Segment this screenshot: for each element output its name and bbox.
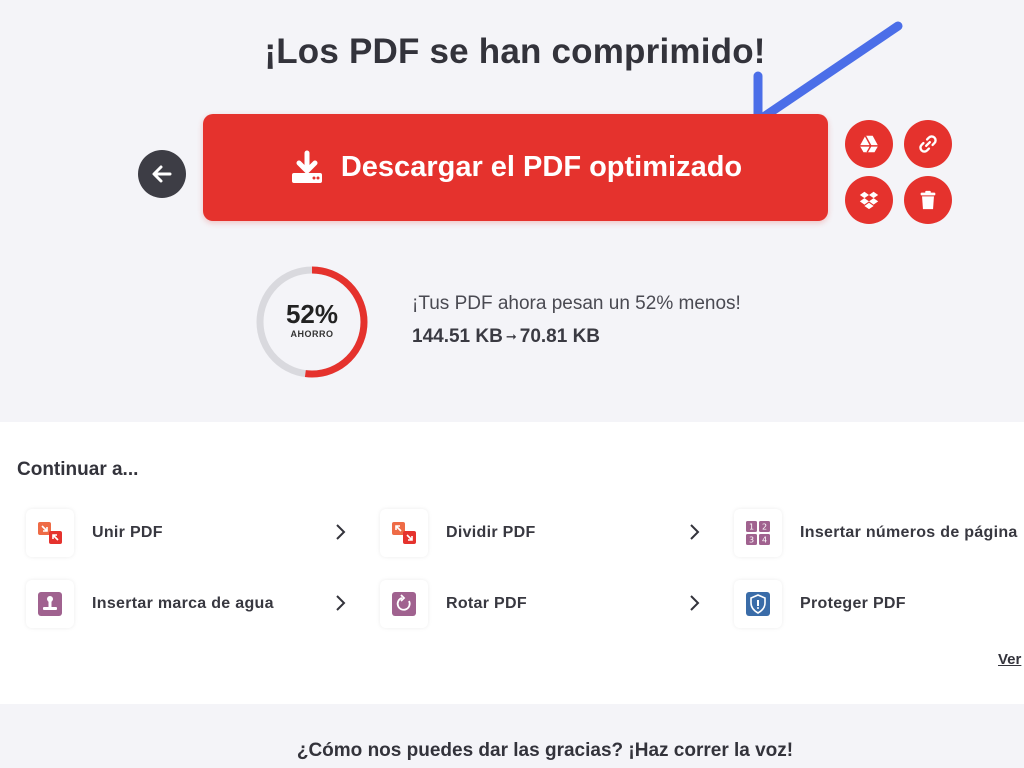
google-drive-button[interactable] [845,120,893,168]
link-icon [919,135,937,153]
download-icon [289,150,325,186]
watermark-icon [38,592,62,616]
tool-split-pdf[interactable]: Dividir PDF [372,508,702,558]
svg-text:4: 4 [762,536,767,545]
chevron-right-icon [690,595,700,611]
tool-rotate-pdf[interactable]: Rotar PDF [372,579,702,629]
tool-protect-pdf[interactable]: Proteger PDF [726,579,1024,629]
svg-text:3: 3 [749,536,754,545]
download-button[interactable]: Descargar el PDF optimizado [203,114,828,221]
size-after: 70.81 KB [519,326,601,347]
savings-label: AHORRO [290,329,334,339]
svg-text:2: 2 [762,523,767,532]
delete-button[interactable] [904,176,952,224]
protect-pdf-icon [746,592,770,616]
svg-text:1: 1 [749,523,754,532]
split-pdf-icon [392,522,416,544]
arrow-left-icon [152,165,172,183]
chevron-right-icon [336,595,346,611]
savings-ring-text: 52% AHORRO [255,300,369,339]
merge-pdf-icon [38,522,62,544]
continue-title: Continuar a... [17,459,139,480]
thanks-heading: ¿Cómo nos puedes dar las gracias? ¡Haz c… [296,740,794,761]
size-before: 144.51 KB [412,326,503,347]
tool-label: Insertar números de página [800,524,1018,541]
savings-message: ¡Tus PDF ahora pesan un 52% menos! [412,293,741,314]
continue-section: Continuar a... Unir PDF Dividir PDF 1 2 … [0,422,1024,704]
tool-page-numbers[interactable]: 1 2 3 4 Insertar números de página [726,508,1024,558]
tool-watermark[interactable]: Insertar marca de agua [18,579,348,629]
tool-label: Unir PDF [92,524,163,541]
size-comparison: 144.51 KB ➞ 70.81 KB [412,326,600,348]
tool-merge-pdf[interactable]: Unir PDF [18,508,348,558]
dropbox-button[interactable] [845,176,893,224]
tool-label: Insertar marca de agua [92,595,274,612]
download-button-label: Descargar el PDF optimizado [340,151,743,183]
chevron-right-icon [336,524,346,540]
share-footer-section: ¿Cómo nos puedes dar las gracias? ¡Haz c… [0,704,1024,768]
copy-link-button[interactable] [904,120,952,168]
result-header-section: ¡Los PDF se han comprimido! Descargar el… [0,0,1024,422]
savings-percent: 52% [285,299,339,329]
see-more-link[interactable]: Ver [998,651,1021,668]
rotate-pdf-icon [392,592,416,616]
google-drive-icon [859,135,879,153]
tool-label: Rotar PDF [446,595,527,612]
page-numbers-icon: 1 2 3 4 [746,521,770,545]
chevron-right-icon [690,524,700,540]
tool-label: Proteger PDF [800,595,906,612]
tool-label: Dividir PDF [446,524,536,541]
arrow-right-icon: ➞ [505,329,517,344]
trash-icon [920,190,936,210]
back-button[interactable] [138,150,186,198]
dropbox-icon [859,191,879,210]
